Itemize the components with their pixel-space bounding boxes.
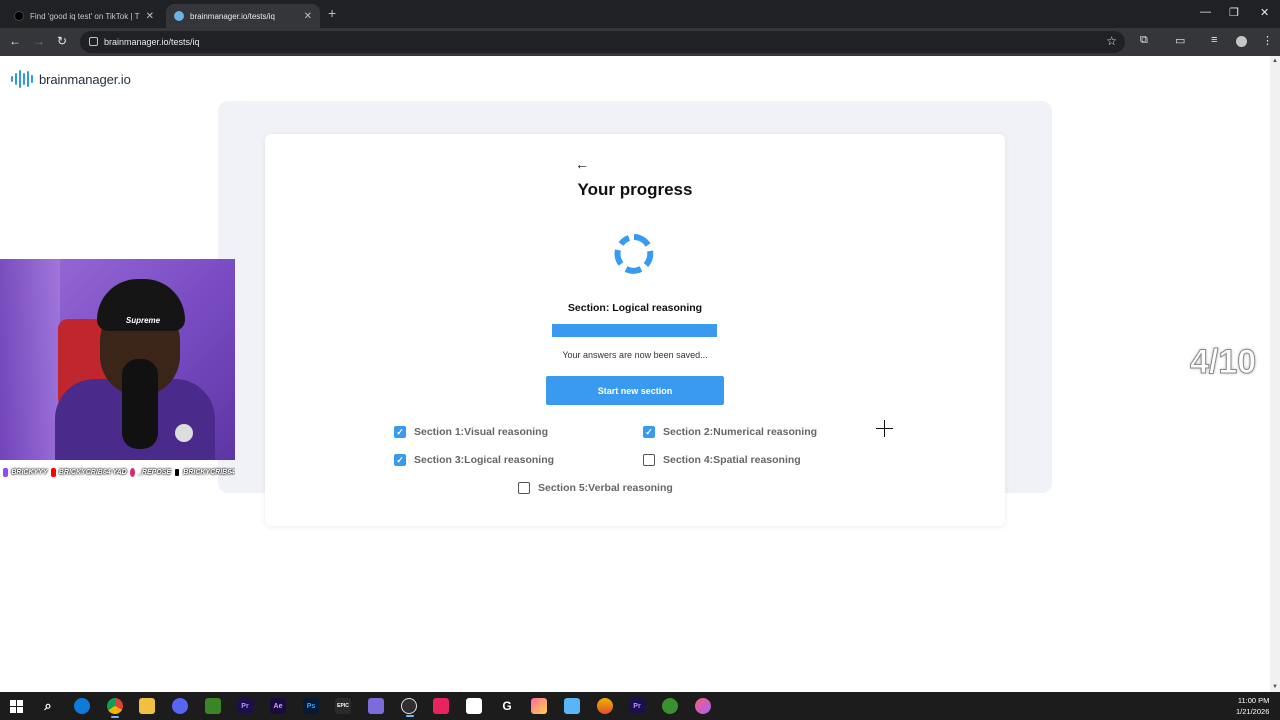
minecraft-icon[interactable] xyxy=(205,698,221,714)
close-window-icon[interactable]: ✕ xyxy=(1260,6,1269,19)
paint-icon[interactable] xyxy=(597,698,613,714)
extensions-icon[interactable]: ⧉ xyxy=(1140,34,1148,47)
chrome-icon[interactable] xyxy=(107,698,123,718)
tab-title: Find 'good iq test' on TikTok | T xyxy=(30,11,140,21)
reload-icon[interactable]: ↻ xyxy=(57,34,67,48)
close-tab-icon[interactable]: ✕ xyxy=(304,11,312,22)
obs-icon[interactable] xyxy=(401,698,417,717)
windows-taskbar: ⌕ Pr Ae Ps EPIC G Pr 11:00 PM 1/21/2026 xyxy=(0,692,1280,720)
current-section-label: Section: Logical reasoning xyxy=(567,302,703,314)
tab-brainmanager[interactable]: brainmanager.io/tests/iq ✕ xyxy=(166,4,320,28)
scroll-up-icon[interactable]: ▲ xyxy=(1272,58,1278,64)
bookmark-star-icon[interactable]: ☆ xyxy=(1106,34,1117,48)
progress-counter-overlay: 4/10 xyxy=(1189,343,1257,382)
webcam-overlay: Supreme xyxy=(0,259,235,460)
section-progress-bar xyxy=(552,324,717,337)
epic-games-icon[interactable]: EPIC xyxy=(335,698,351,714)
loading-spinner-icon xyxy=(614,234,654,274)
social-handle: BRICKYCRIB64 xyxy=(183,468,235,476)
close-tab-icon[interactable]: ✕ xyxy=(146,11,154,22)
scroll-down-icon[interactable]: ▼ xyxy=(1272,684,1278,690)
browser-toolbar: ← → ↻ brainmanager.io/tests/iq ☆ ⧉ ▭ ≡ ⋮ xyxy=(0,28,1280,56)
media-icon[interactable]: ≡ xyxy=(1211,34,1217,46)
social-handle: _REPOSE xyxy=(138,468,172,476)
section-3-checkbox[interactable]: ✓ Section 3:Logical reasoning xyxy=(394,454,554,466)
edge-icon[interactable] xyxy=(74,698,90,714)
restore-icon[interactable]: ❐ xyxy=(1229,6,1239,19)
capcut-icon[interactable] xyxy=(466,698,482,714)
g-icon[interactable]: G xyxy=(499,698,515,714)
section-3-label: Section 3:Logical reasoning xyxy=(414,454,555,466)
checkbox-icon[interactable] xyxy=(643,454,655,466)
profile-avatar[interactable] xyxy=(1236,36,1247,47)
address-bar[interactable]: brainmanager.io/tests/iq ☆ xyxy=(80,31,1125,53)
twitch-icon xyxy=(3,467,9,477)
crosshair-cursor-icon xyxy=(876,420,893,437)
social-handle: BRICKYYY xyxy=(11,468,48,476)
site-info-icon[interactable] xyxy=(89,37,98,46)
checkbox-icon[interactable]: ✓ xyxy=(394,454,406,466)
section-5-label: Section 5:Verbal reasoning xyxy=(538,482,673,494)
tiktok-app-icon[interactable] xyxy=(433,698,449,714)
checkbox-icon[interactable] xyxy=(518,482,530,494)
social-handle: BRICKYCRIB64 YAD xyxy=(58,468,127,476)
soundwave-logo-icon xyxy=(11,70,33,88)
photoshop-icon[interactable]: Ps xyxy=(303,698,319,714)
tiktok-icon xyxy=(174,467,181,477)
social-handles-bar: BRICKYYY BRICKYCRIB64 YAD _REPOSE BRICKY… xyxy=(0,464,235,480)
instagram-icon xyxy=(129,467,136,477)
section-1-label: Section 1:Visual reasoning xyxy=(414,426,549,438)
clock-date: 1/21/2026 xyxy=(1236,707,1270,716)
back-icon[interactable]: ← xyxy=(9,34,21,48)
webcam-curtain xyxy=(0,259,60,460)
clock-time: 11:00 PM xyxy=(1237,696,1270,705)
page-title: Your progress xyxy=(577,180,693,199)
after-effects-icon[interactable]: Ae xyxy=(270,698,286,714)
section-4-label: Section 4:Spatial reasoning xyxy=(663,454,801,466)
new-tab-icon[interactable]: + xyxy=(328,5,336,21)
section-2-checkbox[interactable]: ✓ Section 2:Numerical reasoning xyxy=(643,426,817,438)
discord-icon[interactable] xyxy=(172,698,188,714)
section-1-checkbox[interactable]: ✓ Section 1:Visual reasoning xyxy=(394,426,548,438)
xbox-icon[interactable] xyxy=(662,698,678,714)
minimize-icon[interactable]: — xyxy=(1200,6,1211,18)
folder-icon[interactable] xyxy=(139,698,155,714)
onedrive-icon[interactable] xyxy=(564,698,580,714)
itunes-icon[interactable] xyxy=(695,698,711,714)
sidebar-icon[interactable]: ▭ xyxy=(1175,34,1185,47)
screen: Find 'good iq test' on TikTok | T ✕ brai… xyxy=(0,0,1280,720)
webcam-cap-text: Supreme xyxy=(125,316,161,325)
section-5-checkbox[interactable]: Section 5:Verbal reasoning xyxy=(518,482,673,494)
menu-icon[interactable]: ⋮ xyxy=(1262,34,1273,47)
youtube-icon xyxy=(50,467,56,477)
brainmanager-favicon-icon xyxy=(174,11,184,21)
section-4-checkbox[interactable]: Section 4:Spatial reasoning xyxy=(643,454,801,466)
url-text: brainmanager.io/tests/iq xyxy=(104,37,200,47)
saved-status-text: Your answers are now been saved... xyxy=(562,350,708,360)
system-clock[interactable]: 11:00 PM 1/21/2026 xyxy=(1236,695,1269,717)
site-logo[interactable]: brainmanager.io xyxy=(11,70,131,88)
premiere-icon-2[interactable]: Pr xyxy=(629,698,645,714)
page-scrollbar[interactable]: ▲ ▼ xyxy=(1270,56,1280,692)
start-icon[interactable] xyxy=(8,698,24,714)
premiere-icon[interactable]: Pr xyxy=(237,698,253,714)
search-icon[interactable]: ⌕ xyxy=(40,698,56,714)
forward-icon[interactable]: → xyxy=(33,34,45,48)
checkbox-icon[interactable]: ✓ xyxy=(394,426,406,438)
tab-tiktok[interactable]: Find 'good iq test' on TikTok | T ✕ xyxy=(6,4,162,28)
section-2-label: Section 2:Numerical reasoning xyxy=(663,426,818,438)
start-new-section-button[interactable]: Start new section xyxy=(546,376,724,405)
webcam-jersey-badge xyxy=(175,424,193,442)
section-progress-fill xyxy=(552,324,717,337)
logo-text: brainmanager.io xyxy=(39,71,131,87)
controller-icon[interactable] xyxy=(368,698,384,714)
webcam-microphone-icon xyxy=(122,359,158,449)
back-arrow-icon[interactable]: ← xyxy=(575,156,589,172)
checkbox-icon[interactable]: ✓ xyxy=(643,426,655,438)
tiktok-favicon-icon xyxy=(14,11,24,21)
tab-title: brainmanager.io/tests/iq xyxy=(190,11,275,21)
photos-icon[interactable] xyxy=(531,698,547,714)
browser-tab-bar: Find 'good iq test' on TikTok | T ✕ brai… xyxy=(0,0,1280,28)
progress-card: ← Your progress Section: Logical reasoni… xyxy=(265,134,1005,526)
